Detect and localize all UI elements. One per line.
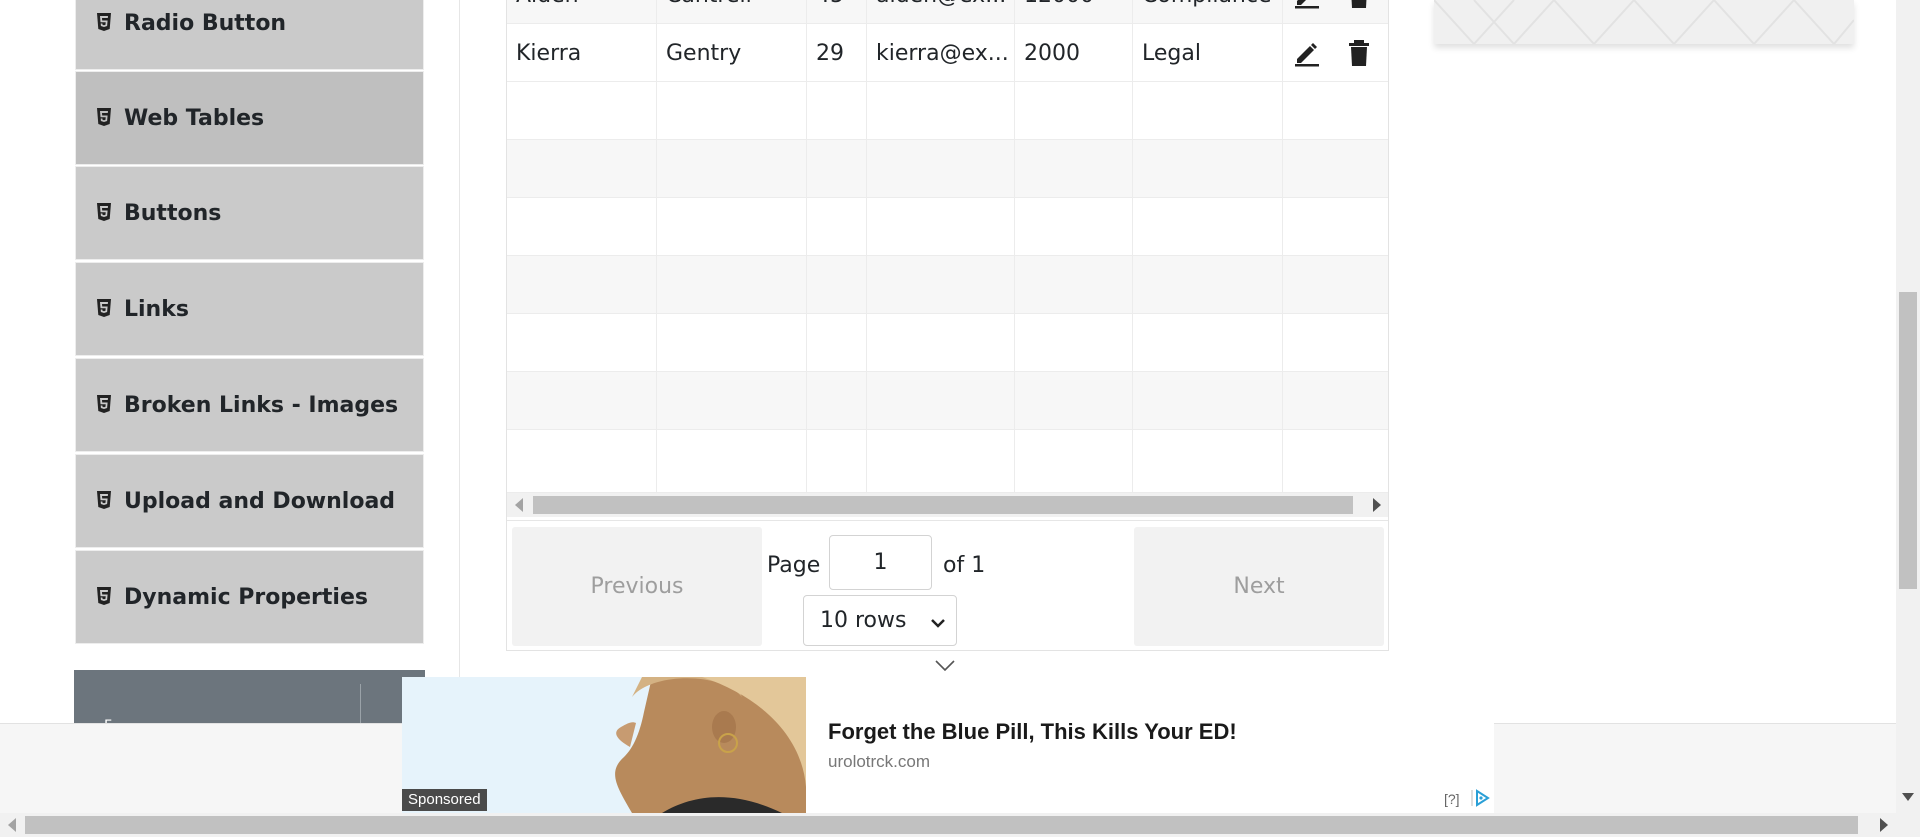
menu-item-label: Broken Links - Images <box>124 392 399 418</box>
table-row-empty <box>507 140 1388 198</box>
cell-department: Compliance <box>1133 0 1283 24</box>
html5-icon <box>96 13 112 33</box>
column-divider <box>459 0 460 723</box>
group-header-forms[interactable]: F <box>74 670 425 730</box>
scrollbar-thumb[interactable] <box>533 496 1353 514</box>
scrollbar-thumb[interactable] <box>1899 292 1917 589</box>
ad-image[interactable]: Sponsored <box>402 677 806 813</box>
cell-department: Legal <box>1133 24 1283 82</box>
cell-age: 45 <box>807 0 867 24</box>
edit-pencil-icon[interactable] <box>1293 39 1321 67</box>
edit-pencil-icon[interactable] <box>1293 0 1321 9</box>
menu-item-upload-download[interactable]: Upload and Download <box>75 454 424 548</box>
menu-item-label: Buttons <box>124 200 222 226</box>
adchoices-icon[interactable] <box>1470 789 1490 811</box>
cell-action <box>1283 24 1388 82</box>
table-row-empty <box>507 82 1388 140</box>
pagination-bar: Previous Page of 1 10 rows Next <box>507 520 1388 650</box>
rows-per-page-select[interactable]: 10 rows <box>803 595 957 646</box>
scroll-left-arrow-icon[interactable] <box>515 498 523 512</box>
menu-item-label: Dynamic Properties <box>124 584 368 610</box>
menu-item-label: Web Tables <box>124 105 265 131</box>
cell-email: alden@ex... <box>867 0 1015 24</box>
menu-item-web-tables[interactable]: Web Tables <box>75 71 424 165</box>
html5-icon <box>96 587 112 607</box>
chevron-down-icon <box>930 612 946 637</box>
web-table: Alden Cantrell 45 alden@ex... 12000 Comp… <box>506 0 1389 651</box>
menu-item-radio-button[interactable]: Radio Button <box>75 0 424 70</box>
cell-last-name: Gentry <box>657 24 807 82</box>
sponsored-badge: Sponsored <box>402 789 487 811</box>
page-controls: Page of 1 10 rows <box>767 527 1127 646</box>
expand-chevron-down-icon[interactable] <box>934 658 956 677</box>
cell-email: kierra@ex... <box>867 24 1015 82</box>
table-row: Kierra Gentry 29 kierra@ex... 2000 Legal <box>507 24 1388 82</box>
ad-domain[interactable]: urolotrck.com <box>828 752 930 772</box>
rows-per-page-value: 10 rows <box>820 608 907 633</box>
sponsored-ad[interactable]: Sponsored Forget the Blue Pill, This Kil… <box>402 677 1494 813</box>
menu-item-label: Links <box>124 296 189 322</box>
scroll-left-arrow-icon[interactable] <box>8 818 16 832</box>
cell-first-name: Alden <box>507 0 657 24</box>
delete-trash-icon[interactable] <box>1345 0 1373 9</box>
menu-item-buttons[interactable]: Buttons <box>75 166 424 260</box>
table-row-empty <box>507 198 1388 256</box>
html5-icon <box>96 203 112 223</box>
table-row-empty <box>507 256 1388 314</box>
menu-item-links[interactable]: Links <box>75 262 424 356</box>
menu-item-dynamic-properties[interactable]: Dynamic Properties <box>75 550 424 644</box>
scroll-down-arrow-icon[interactable] <box>1902 793 1914 801</box>
cell-salary: 2000 <box>1015 24 1133 82</box>
next-button[interactable]: Next <box>1134 527 1384 646</box>
page-label: Page <box>767 553 821 578</box>
html5-icon <box>96 299 112 319</box>
cell-first-name: Kierra <box>507 24 657 82</box>
html5-icon <box>96 491 112 511</box>
delete-trash-icon[interactable] <box>1345 39 1373 67</box>
previous-button[interactable]: Previous <box>512 527 762 646</box>
page-horizontal-scrollbar[interactable] <box>0 813 1920 837</box>
ad-headline[interactable]: Forget the Blue Pill, This Kills Your ED… <box>828 719 1237 745</box>
menu-item-broken-links[interactable]: Broken Links - Images <box>75 358 424 452</box>
cell-age: 29 <box>807 24 867 82</box>
left-panel: Radio Button Web Tables Buttons Links Br… <box>0 0 460 730</box>
table-row-empty <box>507 430 1388 493</box>
menu-item-label: Upload and Download <box>124 488 396 514</box>
cell-last-name: Cantrell <box>657 0 807 24</box>
html5-icon <box>96 108 112 128</box>
menu-item-label: Radio Button <box>124 10 287 36</box>
cell-action <box>1283 0 1388 24</box>
page-number-input[interactable] <box>829 535 932 590</box>
ad-help-link[interactable]: [?] <box>1444 791 1460 807</box>
cell-salary: 12000 <box>1015 0 1133 24</box>
page-total-label: of 1 <box>943 553 986 578</box>
page-vertical-scrollbar[interactable] <box>1896 0 1920 813</box>
right-side-banner <box>1434 0 1854 44</box>
scroll-right-arrow-icon[interactable] <box>1880 818 1888 832</box>
table-row-empty <box>507 372 1388 430</box>
scrollbar-thumb[interactable] <box>25 816 1858 834</box>
table-row: Alden Cantrell 45 alden@ex... 12000 Comp… <box>507 0 1388 24</box>
scroll-right-arrow-icon[interactable] <box>1373 498 1381 512</box>
table-row-empty <box>507 314 1388 372</box>
table-horizontal-scrollbar[interactable] <box>507 493 1388 517</box>
html5-icon <box>96 395 112 415</box>
